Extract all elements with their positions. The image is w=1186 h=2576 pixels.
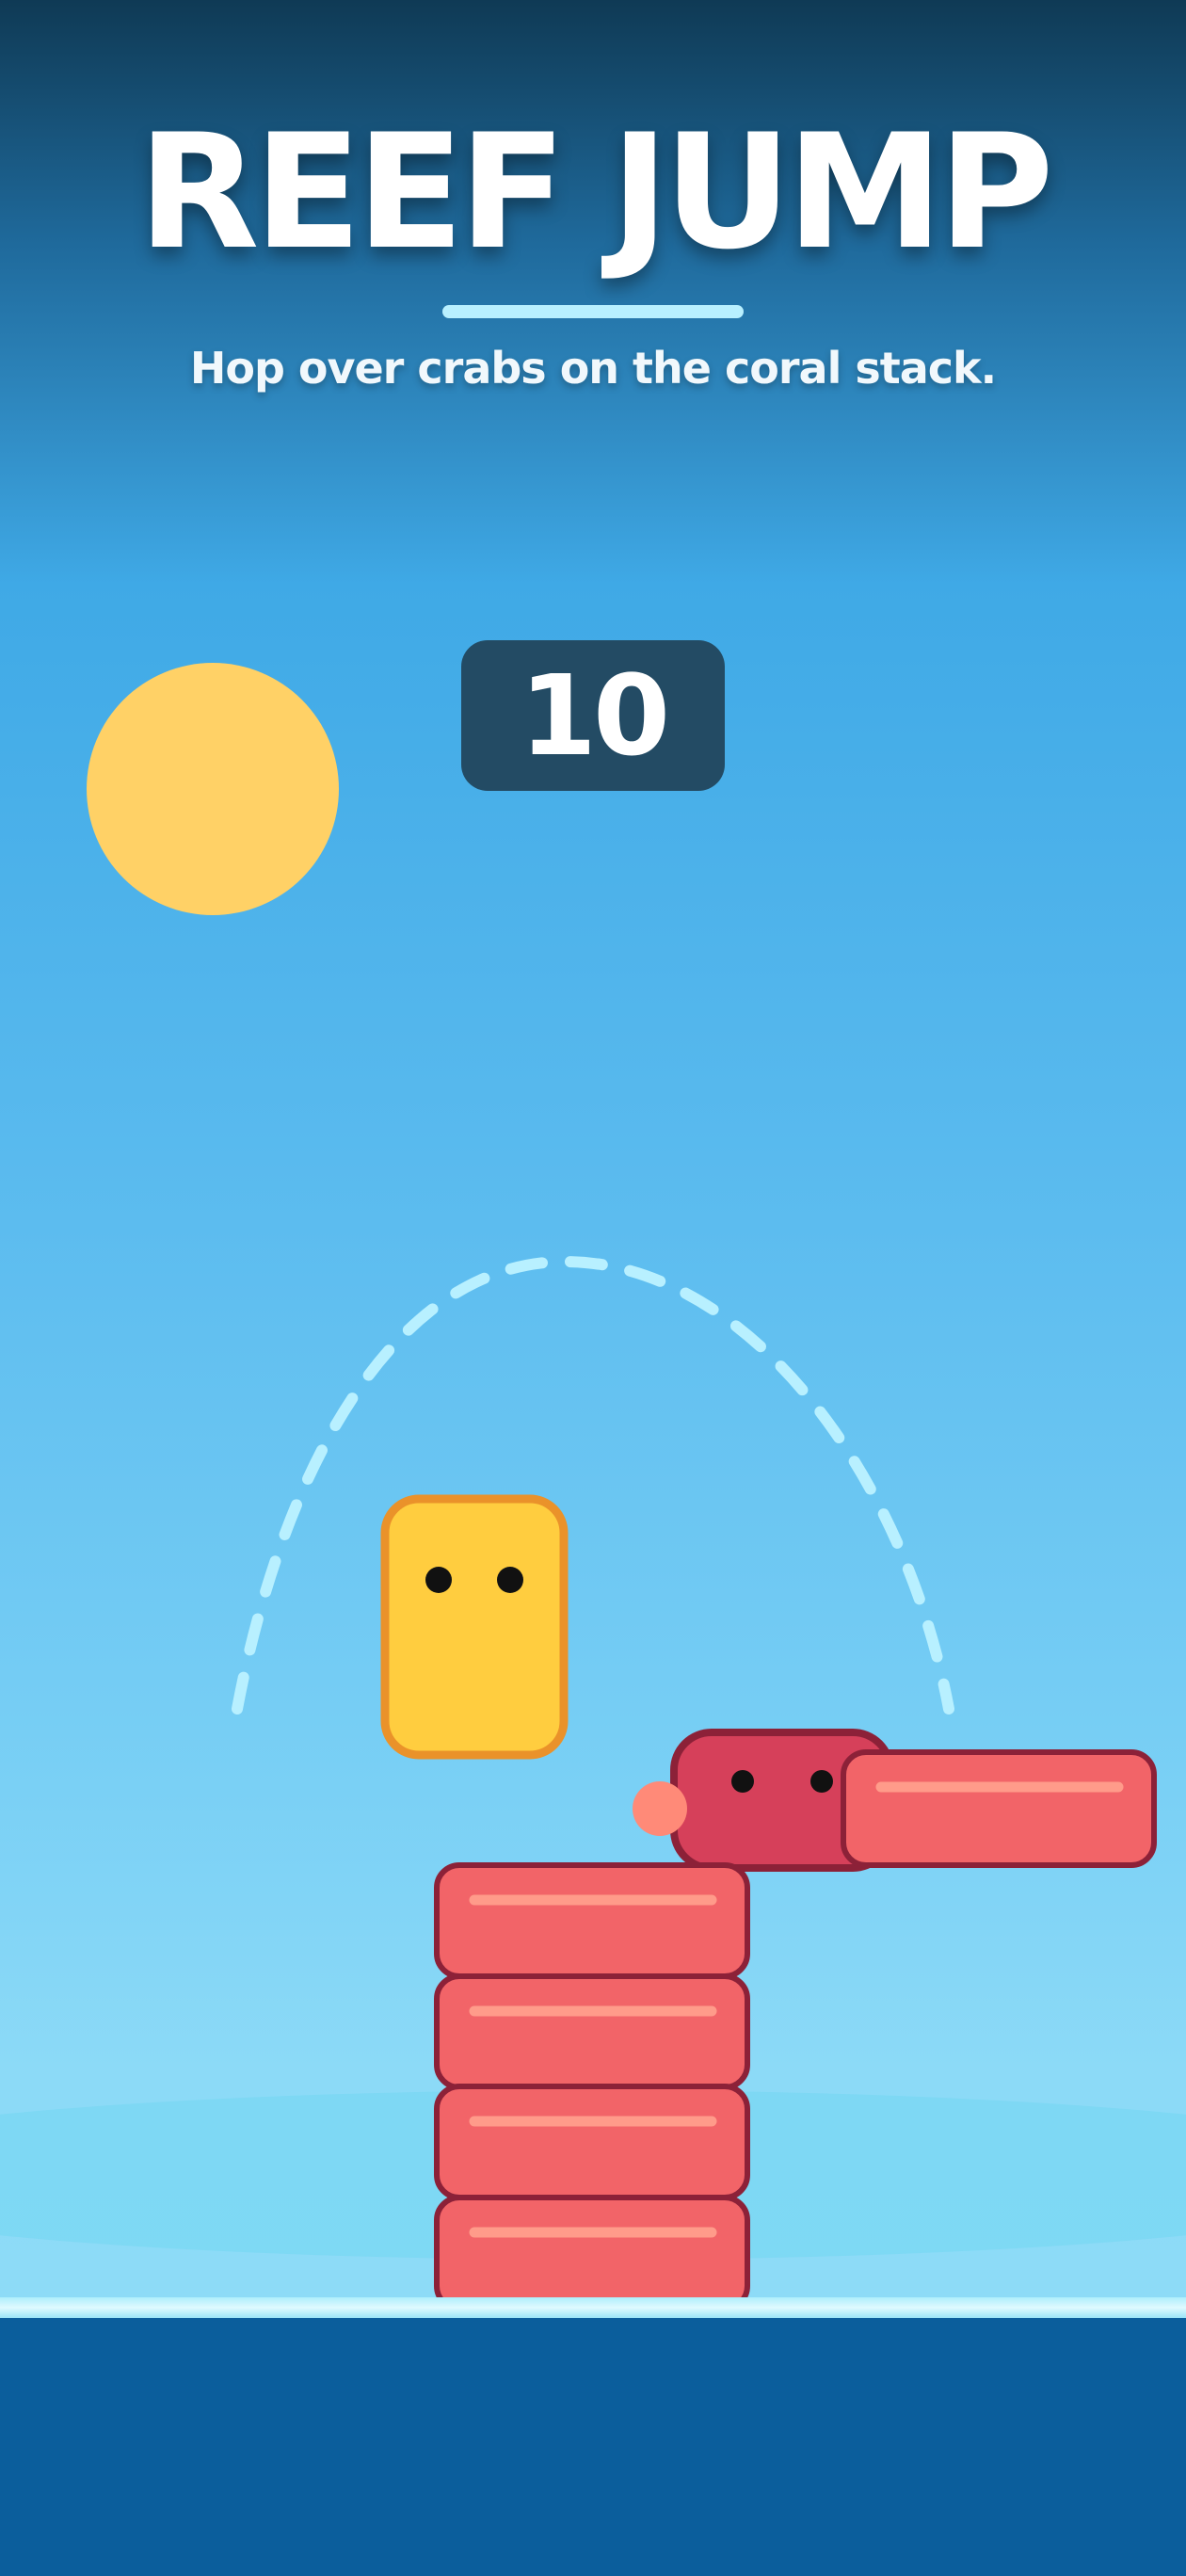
crab-eye-left <box>731 1770 754 1793</box>
coral-block <box>434 2084 750 2200</box>
crab-eye-right <box>810 1770 833 1793</box>
player-eye-right <box>497 1567 523 1593</box>
game-scene <box>0 1255 1186 2311</box>
player-eye-left <box>425 1567 452 1593</box>
coral-block <box>434 1862 750 1979</box>
sea-water <box>0 2318 1186 2576</box>
crab-claw <box>633 1781 687 1836</box>
coral-stack <box>434 1862 750 2311</box>
coral-block <box>434 2195 750 2311</box>
side-coral-block <box>841 1749 1157 1868</box>
jump-arc <box>232 1255 954 1715</box>
player-character <box>380 1494 569 1760</box>
coral-block <box>434 1973 750 2090</box>
sea-foam-line <box>0 2297 1186 2318</box>
